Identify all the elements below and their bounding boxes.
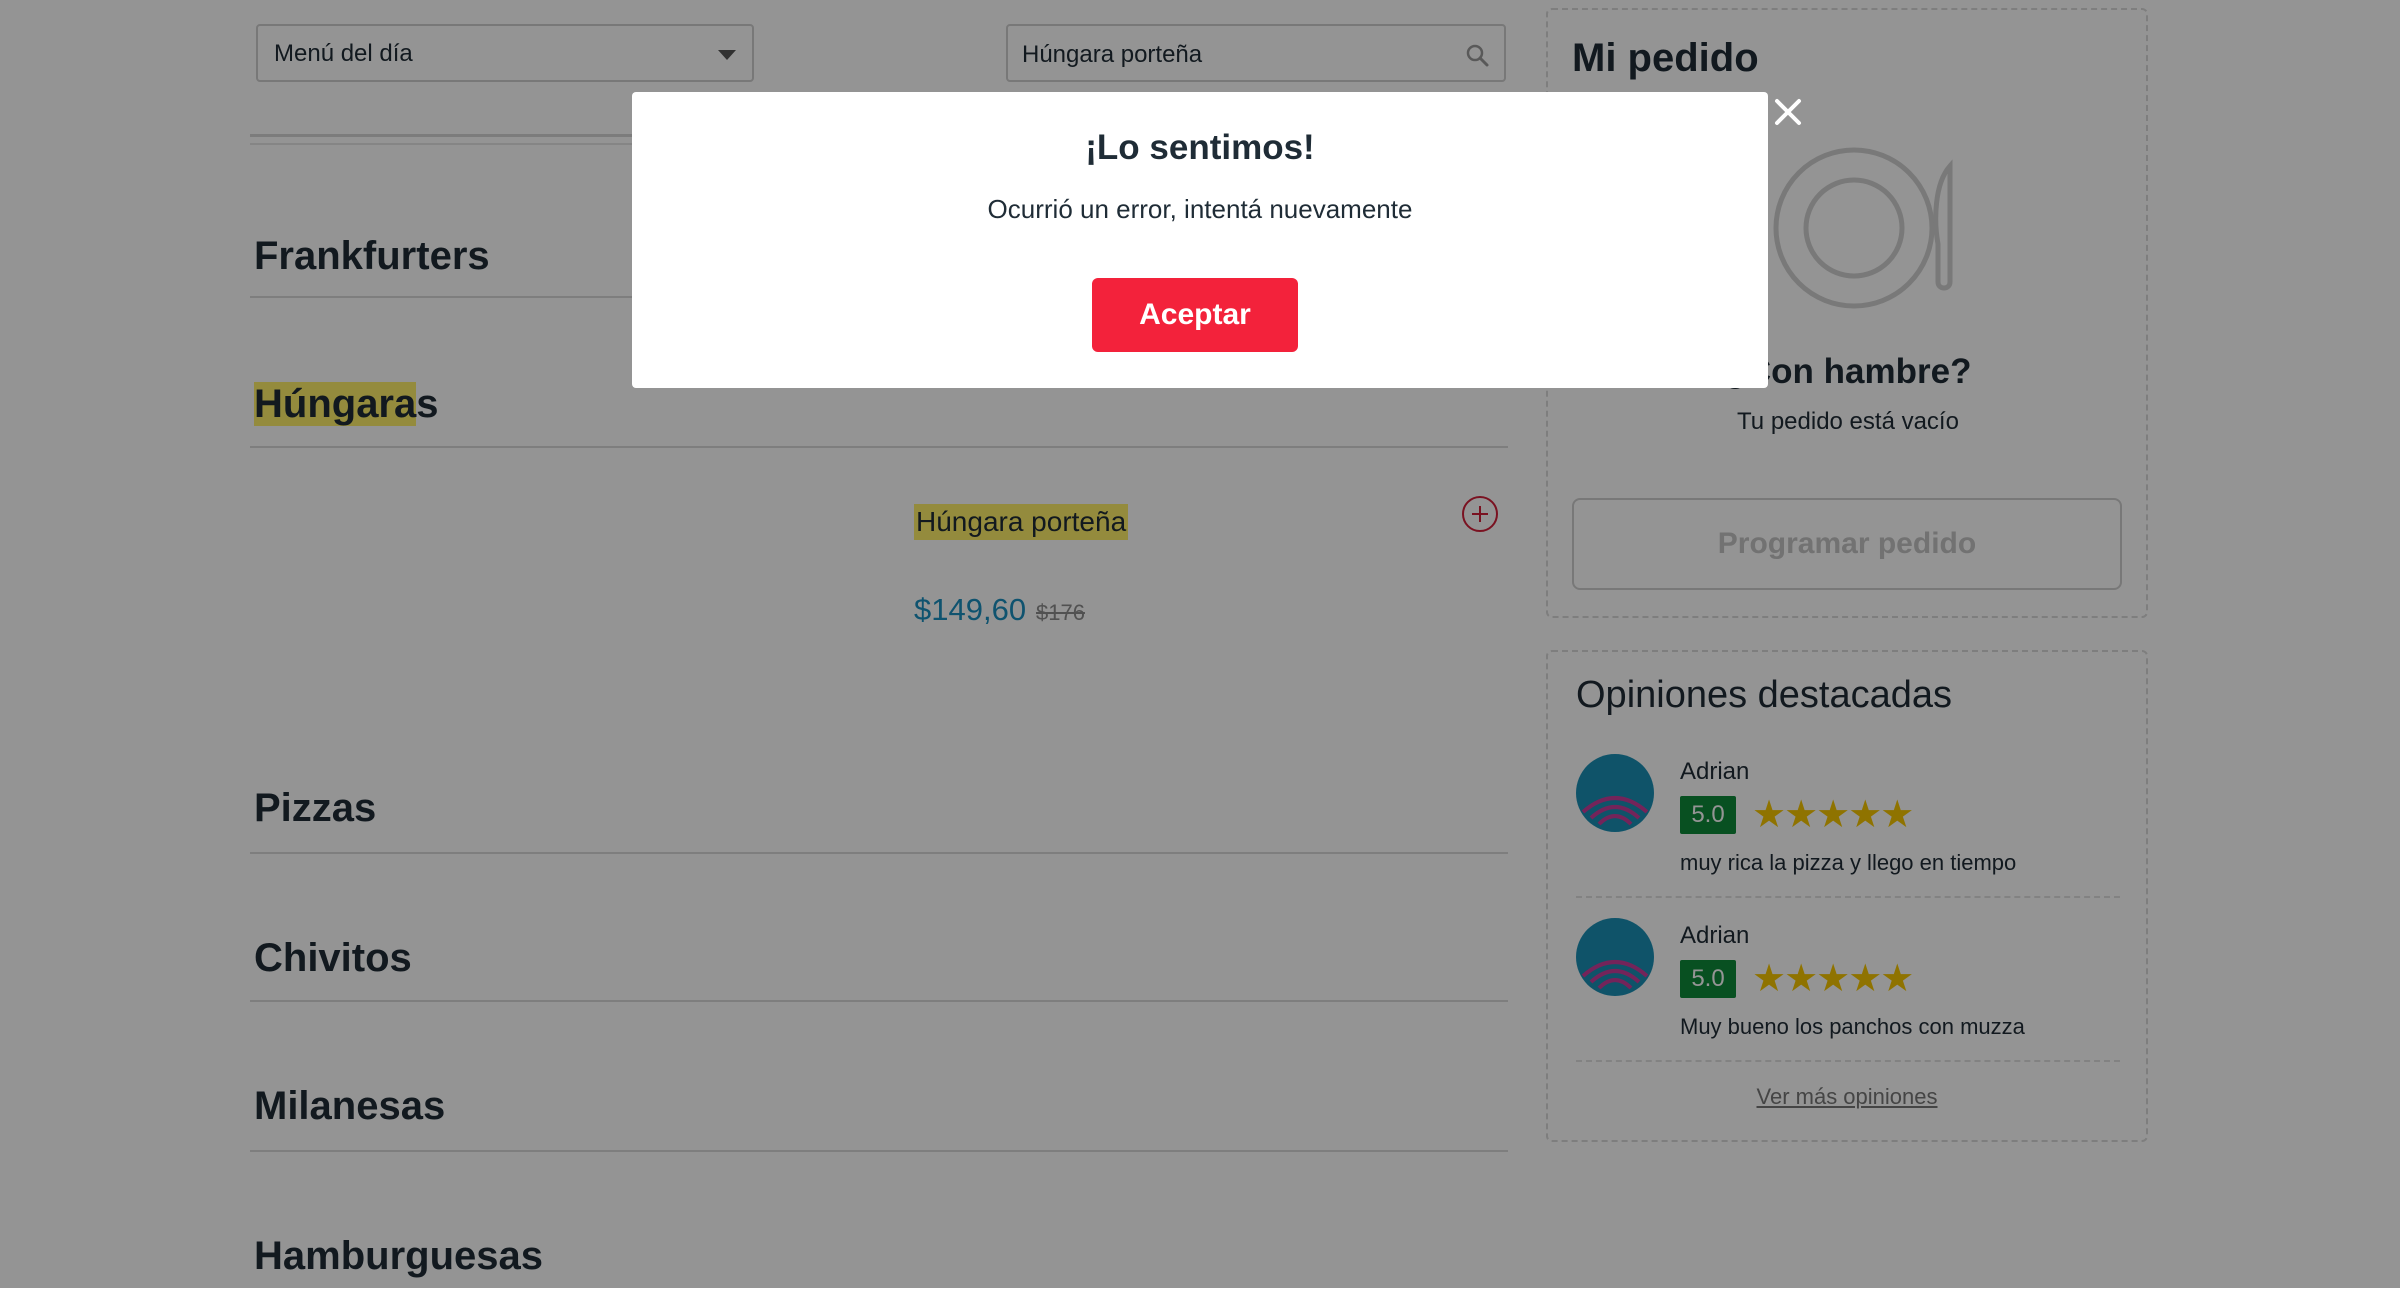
dialog-message: Ocurrió un error, intentá nuevamente	[987, 194, 1413, 224]
close-icon[interactable]	[1770, 94, 1806, 130]
accept-button[interactable]: Aceptar	[1092, 278, 1298, 352]
error-dialog: ¡Lo sentimos! Ocurrió un error, intentá …	[632, 92, 1768, 388]
dialog-title: ¡Lo sentimos!	[1085, 128, 1315, 167]
restaurant-page: Menú del día Húngara porteña Frankfurter…	[0, 0, 2400, 1288]
